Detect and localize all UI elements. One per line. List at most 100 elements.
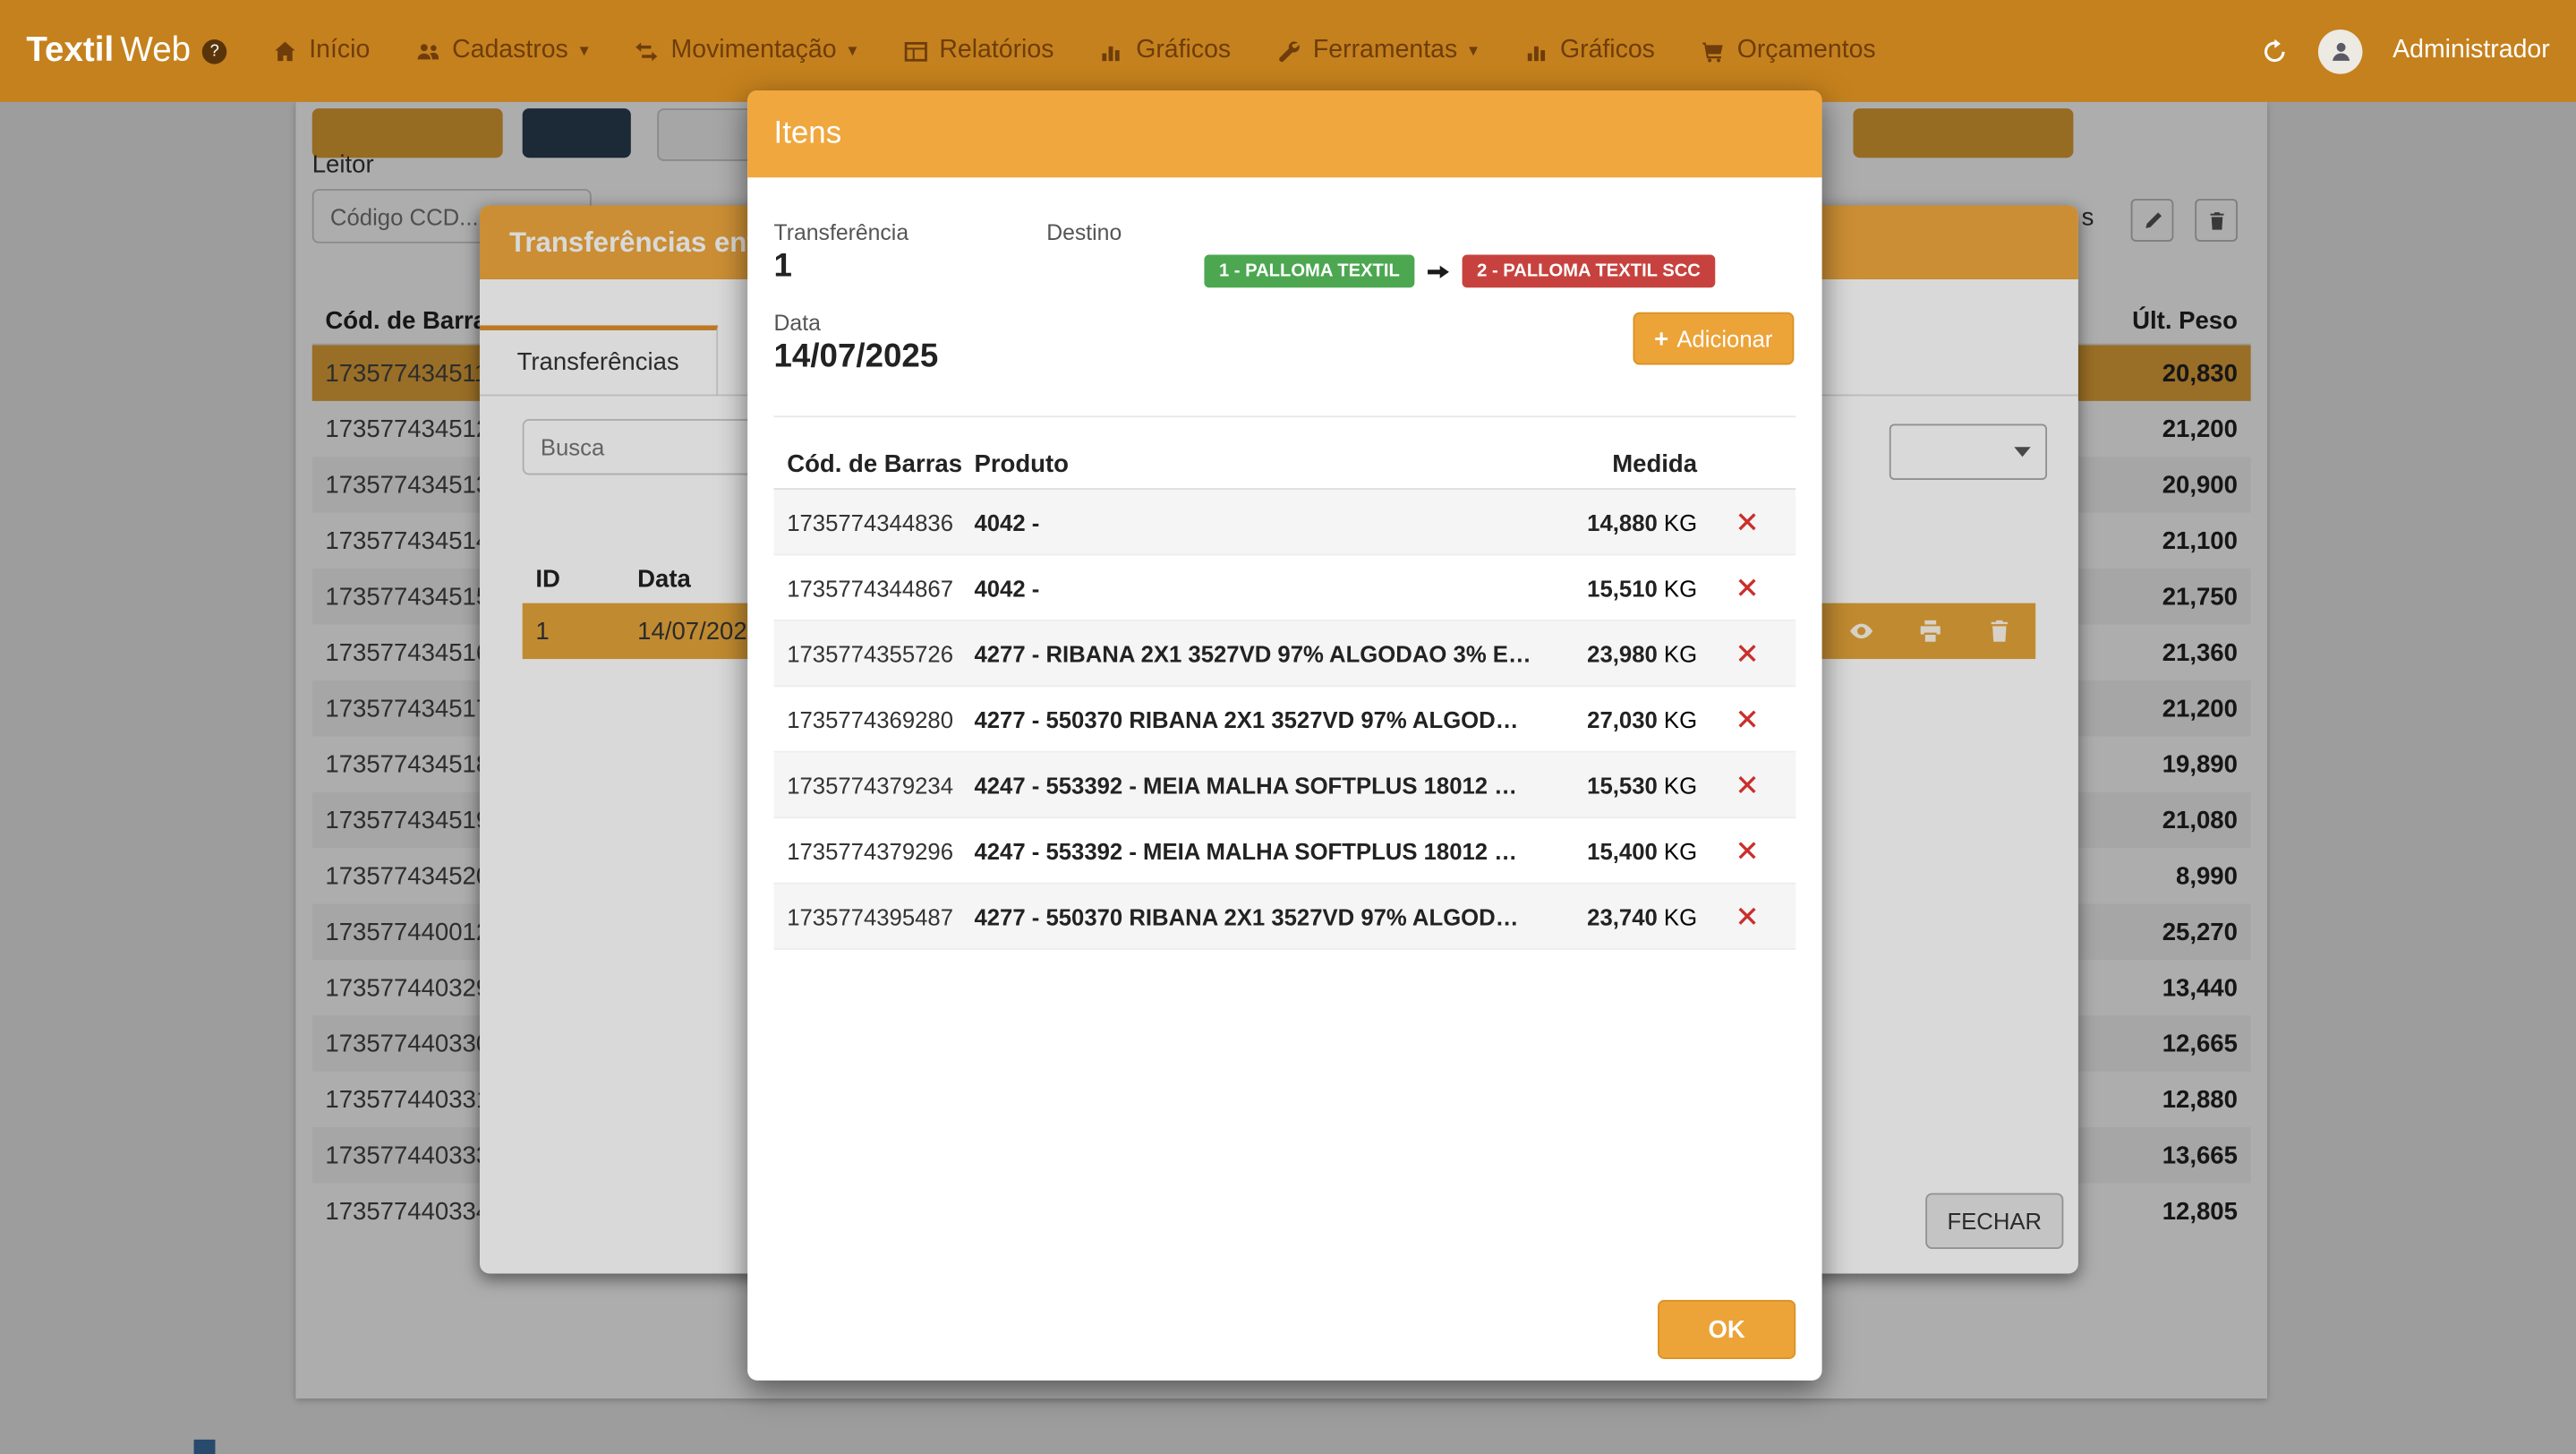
item-barcode: 1735774344836 xyxy=(787,509,974,535)
remove-icon xyxy=(1736,905,1757,927)
remove-icon xyxy=(1736,577,1757,598)
col-product: Produto xyxy=(974,449,1548,477)
brand-logo[interactable]: TextilWeb ? xyxy=(26,31,226,71)
itens-table-header: Cód. de Barras Produto Medida xyxy=(774,439,1796,490)
transferencia-label: Transferência xyxy=(774,220,909,245)
item-measure: 14,880 KG xyxy=(1549,509,1697,535)
item-measure: 15,530 KG xyxy=(1549,772,1697,798)
brand-web: Web xyxy=(121,31,192,71)
nav-label: Ferramentas xyxy=(1313,36,1457,65)
transferencia-value: 1 xyxy=(774,248,792,286)
remove-icon xyxy=(1736,774,1757,796)
remove-item-button[interactable] xyxy=(1736,511,1757,533)
help-icon[interactable]: ? xyxy=(202,38,227,64)
nav-label: Gráficos xyxy=(1136,36,1231,65)
itens-modal-title: Itens xyxy=(774,115,842,151)
adicionar-button[interactable]: + Adicionar xyxy=(1633,312,1794,365)
itens-modal-header: Itens xyxy=(747,90,1821,177)
user-name: Administrador xyxy=(2393,36,2550,65)
transfer-route: 1 - PALLOMA TEXTIL 2 - PALLOMA TEXTIL SC… xyxy=(1204,255,1715,288)
remove-item-button[interactable] xyxy=(1736,577,1757,598)
item-barcode: 1735774369280 xyxy=(787,706,974,731)
remove-item-button[interactable] xyxy=(1736,708,1757,730)
nav-item-ferramentas[interactable]: Ferramentas ▾ xyxy=(1277,36,1479,65)
item-row: 1735774379234 4247 - 553392 - MEIA MALHA… xyxy=(774,753,1796,818)
item-actions xyxy=(1697,905,1796,927)
remove-icon xyxy=(1736,840,1757,861)
wrench-icon xyxy=(1277,38,1302,64)
item-barcode: 1735774379234 xyxy=(787,772,974,798)
col-barcode: Cód. de Barras xyxy=(787,449,974,477)
data-label: Data xyxy=(774,311,821,336)
nav-label: Orçamentos xyxy=(1737,36,1876,65)
item-product: 4247 - 553392 - MEIA MALHA SOFTPLUS 1801… xyxy=(974,772,1548,798)
caret-down-icon: ▾ xyxy=(1469,42,1478,60)
top-navbar: TextilWeb ? Início Cadastros ▾ Movimenta… xyxy=(0,0,2576,102)
item-product: 4277 - 550370 RIBANA 2X1 3527VD 97% ALGO… xyxy=(974,903,1548,929)
caret-down-icon: ▾ xyxy=(580,42,589,60)
origin-badge: 1 - PALLOMA TEXTIL xyxy=(1204,255,1414,288)
itens-table: Cód. de Barras Produto Medida 1735774344… xyxy=(774,439,1796,950)
itens-modal: Itens Transferência 1 Destino 1 - PALLOM… xyxy=(747,90,1821,1381)
item-row: 1735774395487 4277 - 550370 RIBANA 2X1 3… xyxy=(774,884,1796,949)
item-actions xyxy=(1697,577,1796,598)
item-barcode: 1735774355726 xyxy=(787,640,974,666)
item-barcode: 1735774379296 xyxy=(787,837,974,863)
nav-item-orcamentos[interactable]: Orçamentos xyxy=(1701,36,1875,65)
remove-item-button[interactable] xyxy=(1736,643,1757,664)
remove-item-button[interactable] xyxy=(1736,905,1757,927)
adicionar-label: Adicionar xyxy=(1676,325,1772,351)
item-row: 1735774355726 4277 - RIBANA 2X1 3527VD 9… xyxy=(774,621,1796,687)
nav-item-movimentacao[interactable]: Movimentação ▾ xyxy=(635,36,857,65)
app-viewport: Leitor s Cód. de Barras Últ. Peso 173577… xyxy=(0,0,2576,1454)
item-product: 4042 - xyxy=(974,509,1548,535)
item-measure: 15,510 KG xyxy=(1549,575,1697,601)
col-measure: Medida xyxy=(1549,449,1697,477)
report-icon xyxy=(903,38,928,64)
divider xyxy=(774,415,1796,417)
item-barcode: 1735774344867 xyxy=(787,575,974,601)
item-barcode: 1735774395487 xyxy=(787,903,974,929)
remove-icon xyxy=(1736,511,1757,533)
nav-item-relatorios[interactable]: Relatórios xyxy=(903,36,1053,65)
item-actions xyxy=(1697,643,1796,664)
item-measure: 23,980 KG xyxy=(1549,640,1697,666)
item-measure: 23,740 KG xyxy=(1549,903,1697,929)
item-actions xyxy=(1697,840,1796,861)
remove-item-button[interactable] xyxy=(1736,840,1757,861)
item-row: 1735774344836 4042 - 14,880 KG xyxy=(774,490,1796,555)
nav-item-cadastros[interactable]: Cadastros ▾ xyxy=(416,36,589,65)
item-measure: 27,030 KG xyxy=(1549,706,1697,731)
nav-item-graficos-2[interactable]: Gráficos xyxy=(1524,36,1655,65)
nav-item-graficos-1[interactable]: Gráficos xyxy=(1100,36,1231,65)
destination-badge: 2 - PALLOMA TEXTIL SCC xyxy=(1463,255,1716,288)
item-product: 4277 - 550370 RIBANA 2X1 3527VD 97% ALGO… xyxy=(974,706,1548,731)
nav-label: Movimentação xyxy=(671,36,837,65)
remove-icon xyxy=(1736,708,1757,730)
ok-button[interactable]: OK xyxy=(1658,1300,1796,1359)
arrow-right-icon xyxy=(1426,261,1451,282)
nav-item-inicio[interactable]: Início xyxy=(273,36,370,65)
remove-icon xyxy=(1736,643,1757,664)
exchange-icon xyxy=(635,38,660,64)
itens-table-body: 1735774344836 4042 - 14,880 KG xyxy=(774,490,1796,950)
brand-textil: Textil xyxy=(26,31,114,71)
caret-down-icon: ▾ xyxy=(848,42,857,60)
chart-icon xyxy=(1100,38,1125,64)
user-avatar[interactable] xyxy=(2319,29,2364,73)
item-actions xyxy=(1697,511,1796,533)
home-icon xyxy=(273,38,298,64)
nav-label: Cadastros xyxy=(452,36,568,65)
refresh-icon[interactable] xyxy=(2261,37,2289,64)
chart-icon xyxy=(1524,38,1549,64)
item-product: 4042 - xyxy=(974,575,1548,601)
item-row: 1735774344867 4042 - 15,510 KG xyxy=(774,555,1796,620)
item-actions xyxy=(1697,774,1796,796)
item-actions xyxy=(1697,708,1796,730)
navbar-right: Administrador xyxy=(2261,29,2549,73)
data-value: 14/07/2025 xyxy=(774,338,939,376)
remove-item-button[interactable] xyxy=(1736,774,1757,796)
item-product: 4277 - RIBANA 2X1 3527VD 97% ALGODAO 3% … xyxy=(974,640,1548,666)
nav-label: Relatórios xyxy=(939,36,1053,65)
item-row: 1735774369280 4277 - 550370 RIBANA 2X1 3… xyxy=(774,687,1796,752)
